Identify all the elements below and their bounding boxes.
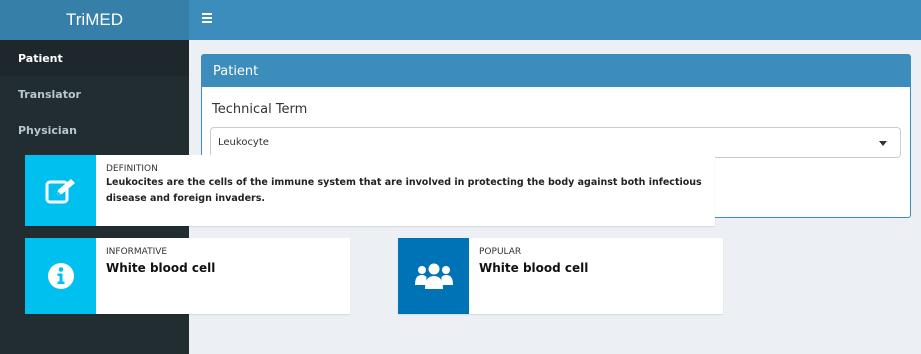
technical-term-select[interactable]: Leukocyte — [210, 127, 901, 158]
informative-title: INFORMATIVE — [106, 247, 168, 257]
technical-term-label: Technical Term — [212, 102, 308, 117]
popular-info-box: POPULAR White blood cell — [398, 238, 723, 314]
app-logo[interactable]: TriMED — [0, 0, 189, 40]
informative-value: White blood cell — [106, 261, 216, 275]
popular-value: White blood cell — [479, 261, 589, 275]
caret-down-icon — [879, 141, 887, 146]
popular-title: POPULAR — [479, 247, 522, 257]
app-title: TriMED — [66, 10, 123, 29]
informative-icon-box — [25, 238, 96, 314]
sidebar-item-label: Translator — [18, 87, 81, 101]
informative-info-box: INFORMATIVE White blood cell — [25, 238, 350, 314]
popular-icon-box — [398, 238, 469, 314]
definition-icon-box — [25, 155, 96, 226]
sidebar-item-label: Physician — [18, 123, 77, 137]
box-header: Patient — [202, 55, 910, 87]
definition-title: DEFINITION — [106, 164, 158, 174]
top-navbar — [189, 0, 921, 40]
box-title: Patient — [213, 63, 259, 79]
select-value: Leukocyte — [218, 137, 269, 148]
definition-info-box: DEFINITION Leukocites are the cells of t… — [25, 155, 715, 226]
edit-icon — [45, 178, 75, 203]
info-icon — [47, 263, 74, 289]
sidebar-item-patient[interactable]: Patient — [0, 40, 189, 76]
sidebar-item-physician[interactable]: Physician — [0, 112, 189, 148]
sidebar-item-label: Patient — [18, 51, 63, 65]
sidebar-toggle-icon[interactable] — [202, 13, 212, 23]
users-icon — [414, 263, 453, 289]
definition-text: Leukocites are the cells of the immune s… — [106, 177, 702, 204]
sidebar-item-translator[interactable]: Translator — [0, 76, 189, 112]
